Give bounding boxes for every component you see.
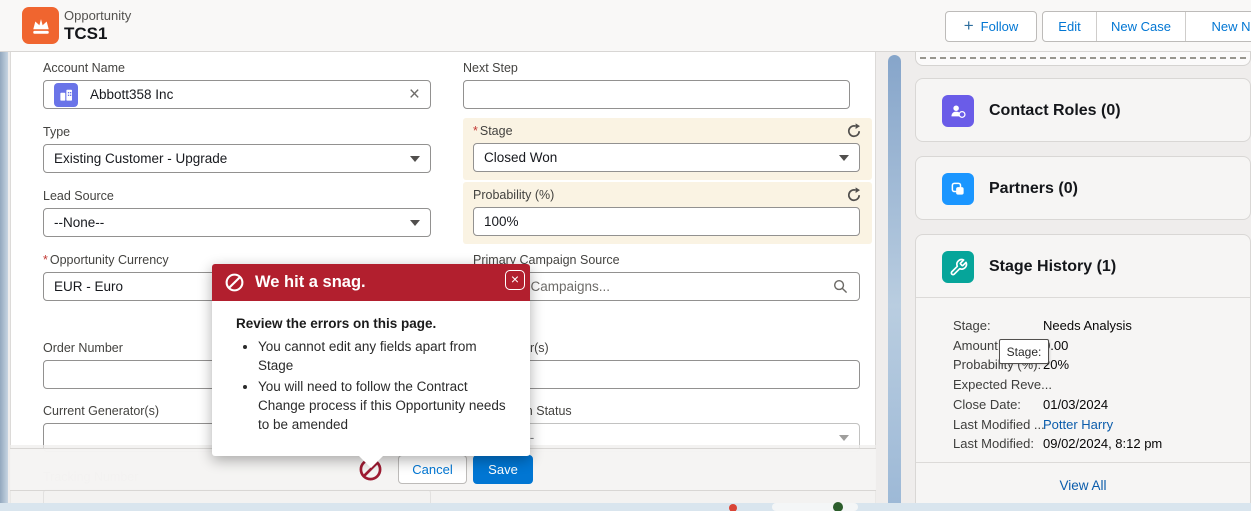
detail-row: Expected Reve... (953, 377, 1052, 393)
cutoff-card (915, 52, 1251, 66)
type-value: Existing Customer - Upgrade (54, 151, 228, 166)
field-stage: * Stage Closed Won (473, 124, 860, 172)
field-next-step: Next Step (463, 61, 850, 109)
lead-source-label: Lead Source (43, 189, 114, 203)
required-marker: * (43, 253, 48, 267)
opportunity-record-page: Opportunity TCS1 + Follow Edit New Case … (0, 0, 1251, 511)
chevron-down-icon (839, 434, 849, 441)
opportunity-icon (22, 7, 59, 44)
detail-row: Stage: Needs Analysis (953, 318, 1132, 333)
next-step-input[interactable] (463, 80, 850, 109)
dashed-divider (920, 57, 1246, 59)
field-lead-source: Lead Source --None-- (43, 189, 431, 237)
stage-value: Closed Won (484, 150, 558, 165)
field-account-name: Account Name Abbott358 Inc × (43, 61, 431, 109)
chevron-down-icon (410, 155, 420, 162)
stage-history-icon (942, 251, 974, 283)
stage-history-details: Stage: Needs Analysis Amount: 0.00 Probabi… (953, 316, 1243, 454)
page-header: Opportunity TCS1 + Follow Edit New Case … (0, 0, 1251, 52)
cancel-button[interactable]: Cancel (398, 455, 467, 484)
contact-roles-card[interactable]: Contact Roles (0) (915, 78, 1251, 142)
probability-value: 100% (484, 214, 519, 229)
new-note-button[interactable]: New Note (1186, 12, 1251, 41)
lead-source-select[interactable]: --None-- (43, 208, 431, 237)
detail-row: Last Modified ...Potter Harry (953, 416, 1114, 432)
required-marker: * (473, 124, 478, 138)
partners-title: Partners (0) (989, 180, 1078, 197)
error-popup-body: Review the errors on this page. You cann… (212, 301, 530, 456)
error-popup-title: We hit a snag. (255, 273, 366, 291)
field-probability: Probability (%) 100% (473, 188, 860, 236)
partners-card[interactable]: Partners (0) (915, 156, 1251, 220)
type-select[interactable]: Existing Customer - Upgrade (43, 144, 431, 173)
search-icon (833, 279, 847, 293)
campaign-search-box[interactable] (473, 272, 860, 301)
taskbar-green-dot-icon (833, 502, 843, 511)
follow-button-label: Follow (980, 19, 1019, 34)
popup-pointer (358, 455, 384, 468)
detail-row: Last Modified: 09/02/2024, 8:12 pm (953, 436, 1163, 452)
chevron-down-icon (839, 154, 849, 161)
lead-source-value: --None-- (54, 215, 105, 230)
competitors-label: Competitor(s) (473, 341, 860, 355)
error-popup: We hit a snag. × Review the errors on th… (212, 264, 530, 468)
error-item: You will need to follow the Contract Cha… (258, 377, 514, 434)
field-primary-campaign-source: Primary Campaign Source (473, 253, 860, 301)
last-modified-by-link[interactable]: Potter Harry (1043, 417, 1113, 432)
next-step-label: Next Step (463, 61, 518, 75)
detail-row: Probability (%): 20% (953, 357, 1070, 373)
edit-button[interactable]: Edit (1043, 12, 1097, 41)
detail-row: Amount: 0.00 (953, 337, 1069, 353)
save-button[interactable]: Save (473, 455, 533, 484)
error-popup-intro: Review the errors on this page. (236, 316, 437, 331)
crown-icon (32, 18, 49, 34)
record-action-group: Edit New Case New Note (1042, 11, 1251, 42)
prohibited-icon (225, 273, 244, 292)
competitors-input[interactable] (473, 360, 860, 389)
stage-history-title: Stage History (1) (989, 258, 1117, 275)
detail-row: Close Date: 01/03/2024 (953, 396, 1109, 412)
primary-campaign-source-label: Primary Campaign Source (473, 253, 620, 267)
probability-label: Probability (%) (473, 188, 555, 202)
stage-label: * Stage (473, 124, 513, 138)
stage-select[interactable]: Closed Won (473, 143, 860, 172)
account-icon (54, 82, 78, 107)
probability-input[interactable]: 100% (473, 207, 860, 236)
card-footer-divider (916, 462, 1250, 463)
taskbar-pill (772, 503, 858, 511)
clear-account-icon[interactable]: × (409, 85, 420, 104)
taskbar-edge (0, 502, 1251, 511)
entity-label: Opportunity (64, 8, 132, 23)
plus-icon: + (963, 16, 974, 35)
new-case-button[interactable]: New Case (1097, 12, 1186, 41)
field-type: Type Existing Customer - Upgrade (43, 125, 431, 173)
chevron-down-icon (410, 219, 420, 226)
card-divider (916, 297, 1250, 298)
account-name-value: Abbott358 Inc (90, 87, 174, 102)
account-name-label: Account Name (43, 61, 125, 75)
field-competitors: Competitor(s) (473, 341, 860, 389)
contact-roles-title: Contact Roles (0) (989, 102, 1121, 119)
installation-status-label: Installation Status (473, 404, 572, 418)
account-name-lookup[interactable]: Abbott358 Inc × (43, 80, 431, 109)
record-title: TCS1 (64, 24, 108, 43)
error-list: You cannot edit any fields apart from St… (258, 337, 514, 434)
error-popup-header: We hit a snag. × (212, 264, 530, 301)
partners-icon (942, 173, 974, 205)
contact-roles-icon (942, 95, 974, 127)
left-scrollbar[interactable] (0, 52, 8, 511)
vertical-scrollbar[interactable] (888, 55, 901, 511)
follow-button[interactable]: + Follow (945, 11, 1037, 42)
stage-tooltip: Stage: (999, 339, 1049, 364)
campaign-search-input[interactable] (484, 279, 832, 294)
opportunity-currency-value: EUR - Euro (54, 279, 124, 294)
taskbar-red-dot-icon (729, 504, 737, 511)
view-all-link[interactable]: View All (915, 478, 1251, 493)
close-icon[interactable]: × (505, 270, 525, 290)
error-item: You cannot edit any fields apart from St… (258, 337, 514, 375)
type-label: Type (43, 125, 71, 139)
